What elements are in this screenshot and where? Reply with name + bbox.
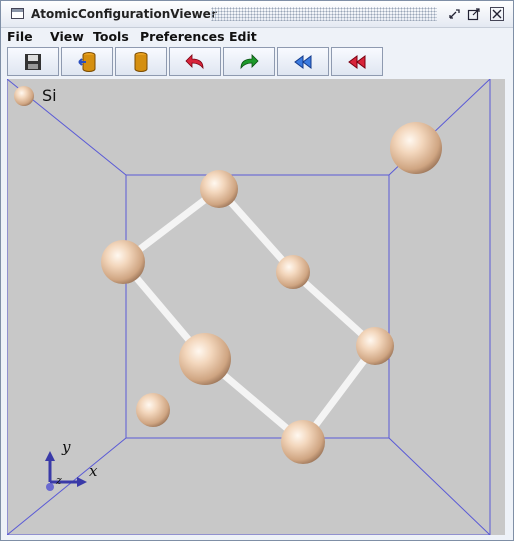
window-icon[interactable] <box>11 8 24 19</box>
fast-rewind-icon <box>348 54 366 69</box>
maximize-icon[interactable] <box>467 7 481 21</box>
menu-preferences[interactable]: Preferences <box>140 29 225 44</box>
si-atom[interactable] <box>136 393 170 427</box>
rewind-icon <box>294 54 312 69</box>
box-edge <box>388 437 491 535</box>
close-icon[interactable] <box>490 7 504 21</box>
redo-button[interactable] <box>223 47 275 76</box>
menu-bar: File View Tools Preferences Edit <box>1 28 513 46</box>
menu-edit[interactable]: Edit <box>229 29 257 44</box>
database-button[interactable] <box>115 47 167 76</box>
si-atom[interactable] <box>276 255 310 289</box>
fast-rewind-button[interactable] <box>331 47 383 76</box>
menu-view[interactable]: View <box>50 29 84 44</box>
undo-icon <box>185 53 204 69</box>
save-icon <box>25 53 41 70</box>
si-atom[interactable] <box>179 333 231 385</box>
si-atom[interactable] <box>200 170 238 208</box>
toolbar <box>1 46 513 78</box>
load-icon <box>78 51 96 72</box>
legend-atom-icon <box>14 86 34 106</box>
title-bar-grip <box>211 7 437 21</box>
z-axis-arrow <box>46 483 54 491</box>
menu-file[interactable]: File <box>7 29 33 44</box>
title-bar[interactable]: AtomicConfigurationViewer <box>1 1 513 28</box>
si-atom[interactable] <box>390 122 442 174</box>
x-axis-label: x <box>89 462 98 480</box>
load-button[interactable] <box>61 47 113 76</box>
database-icon <box>134 51 148 72</box>
save-button[interactable] <box>7 47 59 76</box>
undo-button[interactable] <box>169 47 221 76</box>
minimize-icon[interactable] <box>447 7 461 21</box>
redo-icon <box>240 53 259 69</box>
legend-element-label: Si <box>42 86 57 105</box>
app-window: AtomicConfigurationViewer File View Tool… <box>0 0 514 541</box>
rewind-button[interactable] <box>277 47 329 76</box>
structure-viewport[interactable]: y x z Si <box>7 79 505 535</box>
z-axis-label: z <box>55 474 62 487</box>
window-title: AtomicConfigurationViewer <box>31 7 217 21</box>
axis-indicator: y x z <box>45 438 98 491</box>
si-atom[interactable] <box>281 420 325 464</box>
si-atom[interactable] <box>356 327 394 365</box>
si-atom[interactable] <box>101 240 145 284</box>
menu-tools[interactable]: Tools <box>93 29 129 44</box>
y-axis-label: y <box>61 438 71 456</box>
